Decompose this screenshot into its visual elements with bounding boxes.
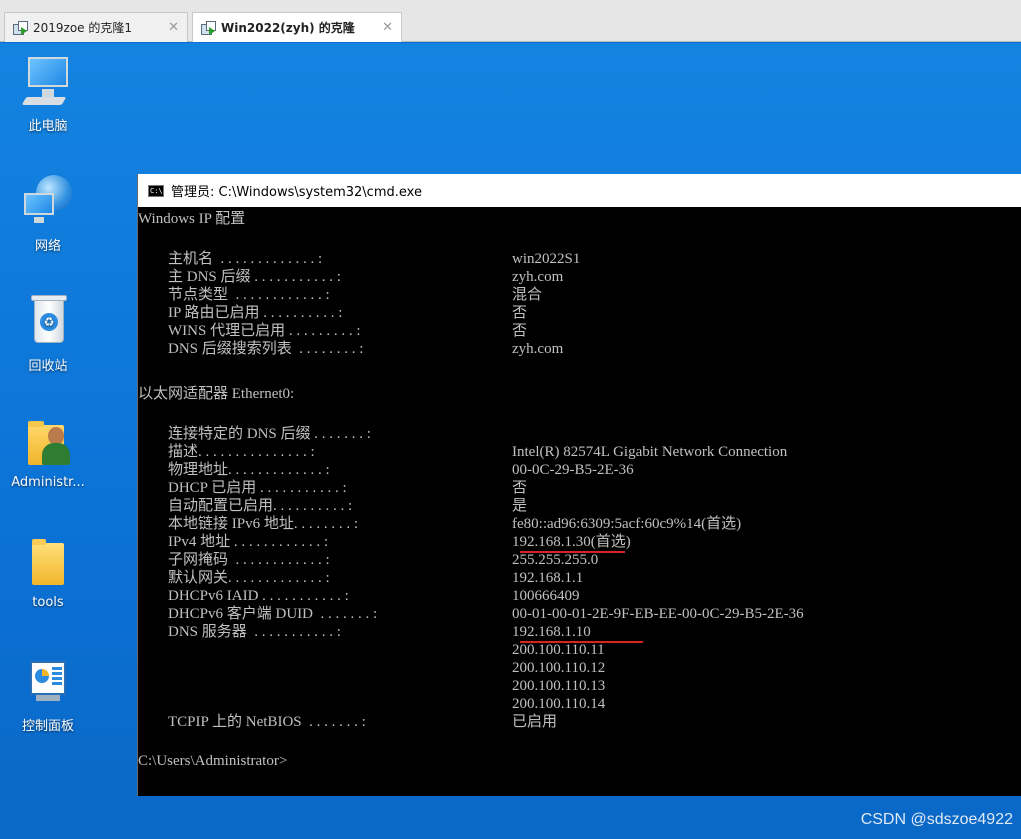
watermark: CSDN @sdszoe4922 bbox=[860, 811, 1013, 828]
console-output[interactable]: Windows IP 配置 主机名 . . . . . . . . . . . … bbox=[138, 207, 1021, 796]
desktop-icon-tools[interactable]: tools bbox=[3, 535, 93, 610]
window-title: 管理员: C:\Windows\system32\cmd.exe bbox=[171, 185, 422, 200]
cmd-window[interactable]: C:\ 管理员: C:\Windows\system32\cmd.exe Win… bbox=[137, 174, 1021, 796]
desktop-icon-label: tools bbox=[32, 595, 64, 610]
tab-2019zoe-clone[interactable]: 2019zoe 的克隆1 ✕ bbox=[4, 12, 188, 42]
command-prompt[interactable]: C:\Users\Administrator> bbox=[138, 752, 287, 770]
vm-icon bbox=[201, 20, 216, 35]
folder-icon bbox=[22, 535, 74, 587]
vm-tab-bar: 2019zoe 的克隆1 ✕ Win2022(zyh) 的克隆 ✕ bbox=[0, 0, 1021, 42]
recycle-bin-icon: ♻ bbox=[22, 295, 74, 347]
desktop-icon-network[interactable]: 网络 bbox=[3, 175, 93, 254]
network-icon bbox=[22, 175, 74, 227]
console-header: Windows IP 配置 bbox=[138, 211, 246, 227]
cmd-icon: C:\ bbox=[148, 184, 164, 197]
desktop-icon-label: 网络 bbox=[34, 239, 61, 254]
this-pc-icon bbox=[21, 55, 74, 107]
desktop-icon-administrator[interactable]: Administr... bbox=[3, 415, 93, 490]
control-panel-icon bbox=[22, 655, 74, 707]
cmd-title-bar[interactable]: C:\ 管理员: C:\Windows\system32\cmd.exe bbox=[138, 174, 1021, 207]
vm-icon bbox=[13, 20, 28, 35]
desktop-icon-label: Administr... bbox=[11, 475, 85, 490]
close-icon[interactable]: ✕ bbox=[382, 20, 393, 35]
desktop-icon-label: 回收站 bbox=[28, 359, 68, 374]
tab-win2022-clone[interactable]: Win2022(zyh) 的克隆 ✕ bbox=[192, 12, 402, 42]
desktop-icon-label: 控制面板 bbox=[21, 719, 74, 734]
desktop-icon-control-panel[interactable]: 控制面板 bbox=[3, 655, 93, 734]
desktop-icon-recycle-bin[interactable]: ♻ 回收站 bbox=[3, 295, 93, 374]
desktop-icon-label: 此电脑 bbox=[28, 119, 68, 134]
close-icon[interactable]: ✕ bbox=[168, 20, 179, 35]
tab-label: 2019zoe 的克隆1 bbox=[33, 21, 133, 35]
desktop-icon-this-pc[interactable]: 此电脑 bbox=[3, 55, 93, 134]
tab-label: Win2022(zyh) 的克隆 bbox=[221, 21, 355, 35]
user-folder-icon bbox=[22, 415, 74, 467]
adapter-header: 以太网适配器 Ethernet0: bbox=[138, 386, 295, 402]
